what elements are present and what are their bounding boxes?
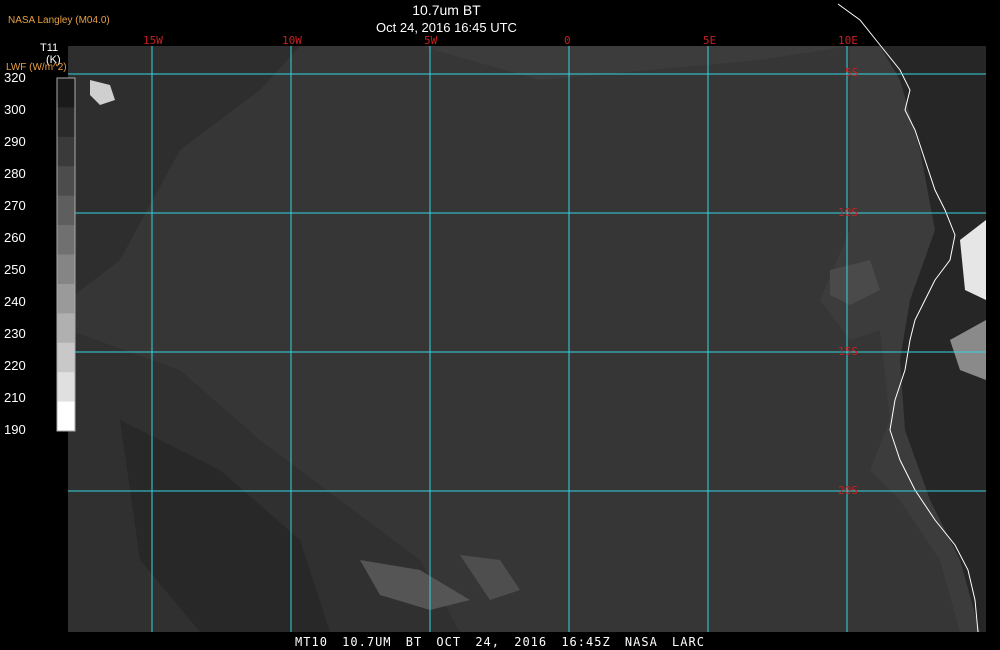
- colorbar-swatch: [57, 78, 75, 108]
- colorbar-tick-label: 210: [4, 390, 26, 405]
- lon-label-15w: 15W: [143, 34, 163, 47]
- colorbar-swatch: [57, 195, 75, 226]
- lat-label-20s: 20S: [838, 484, 858, 497]
- colorbar-tick-label: 240: [4, 294, 26, 309]
- colorbar-swatch: [57, 342, 75, 373]
- colorbar-swatch: [57, 166, 75, 197]
- colorbar-tick-label: 260: [4, 230, 26, 245]
- colorbar: [56, 77, 76, 432]
- colorbar-swatch: [57, 313, 75, 344]
- lon-label-10e: 10E: [838, 34, 858, 47]
- lon-label-10w: 10W: [282, 34, 302, 47]
- lat-label-5s: 5S: [845, 66, 859, 79]
- lat-label-15s: 15S: [838, 345, 858, 358]
- colorbar-swatch: [57, 107, 75, 138]
- satellite-map: [56, 3, 986, 633]
- colorbar-tick-label: 220: [4, 358, 26, 373]
- colorbar-tick-label: 250: [4, 262, 26, 277]
- colorbar-tick-label: 270: [4, 198, 26, 213]
- colorbar-tick-label: 300: [4, 102, 26, 117]
- lon-label-5w: 5W: [424, 34, 438, 47]
- lat-label-10s: 10S: [838, 206, 858, 219]
- colorbar-tick-label: 320: [4, 70, 26, 85]
- colorbar-tick-label: 290: [4, 134, 26, 149]
- colorbar-swatch: [57, 401, 75, 432]
- colorbar-swatch: [57, 283, 75, 314]
- image-title: 10.7um BT: [412, 2, 481, 18]
- footer-caption: MT10 10.7UM BT OCT 24, 2016 16:45Z NASA …: [295, 635, 705, 649]
- lon-label-0: 0: [564, 34, 571, 47]
- colorbar-tick-label: 230: [4, 326, 26, 341]
- cloud-field: [68, 46, 986, 632]
- colorbar-variable: T11: [40, 42, 59, 54]
- colorbar-swatch: [57, 136, 75, 167]
- colorbar-swatch: [57, 254, 75, 285]
- lon-label-5e: 5E: [703, 34, 717, 47]
- colorbar-swatch: [57, 225, 75, 255]
- colorbar-tick-label: 280: [4, 166, 26, 181]
- colorbar-tick-label: 190: [4, 422, 26, 437]
- image-timestamp: Oct 24, 2016 16:45 UTC: [376, 20, 517, 35]
- colorbar-swatch: [57, 372, 75, 403]
